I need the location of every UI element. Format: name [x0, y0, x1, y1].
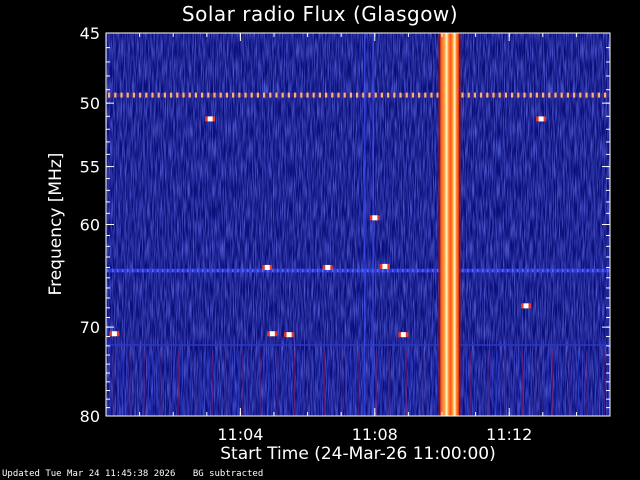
radio-burst	[438, 33, 461, 416]
x-axis-label: Start Time (24-Mar-26 11:00:00)	[220, 444, 496, 464]
y-tick-label: 70	[80, 318, 100, 337]
faint-streak	[363, 33, 366, 416]
hot-spot	[536, 116, 547, 122]
footer-status: Updated Tue Mar 24 11:45:38 2026 BG subt…	[2, 469, 263, 479]
hot-spot	[109, 331, 120, 337]
hot-spot	[369, 215, 380, 221]
chart-title: Solar radio Flux (Glasgow)	[181, 2, 459, 26]
hot-spot	[398, 332, 409, 338]
hot-spot	[267, 331, 278, 337]
x-tick-label: 11:08	[352, 425, 398, 444]
hot-spot	[205, 116, 216, 122]
y-tick-label: 80	[80, 407, 100, 426]
interference-band	[106, 268, 610, 273]
hot-spot	[284, 332, 295, 338]
x-tick-label: 11:12	[486, 425, 532, 444]
spectrogram-chart: 45 50 55 60 70 80 11:04 11:08 11:12	[80, 24, 611, 444]
interference-band	[106, 92, 610, 98]
y-tick-label: 50	[80, 94, 100, 113]
hot-spot	[521, 303, 531, 309]
updated-timestamp: Updated Tue Mar 24 11:45:38 2026	[2, 469, 176, 479]
faint-streak	[372, 33, 374, 416]
background-note: BG subtracted	[192, 469, 264, 479]
y-tick-label: 60	[80, 216, 100, 235]
interference-band	[106, 343, 610, 346]
y-axis-label: Frequency [MHz]	[46, 152, 66, 296]
hot-spot	[262, 264, 273, 270]
plot-noise	[106, 33, 610, 416]
x-tick-label: 11:04	[217, 425, 263, 444]
y-tick-label: 55	[80, 158, 100, 177]
hot-spot	[379, 263, 390, 269]
hot-spot	[322, 264, 333, 270]
y-tick-label: 45	[80, 24, 100, 43]
